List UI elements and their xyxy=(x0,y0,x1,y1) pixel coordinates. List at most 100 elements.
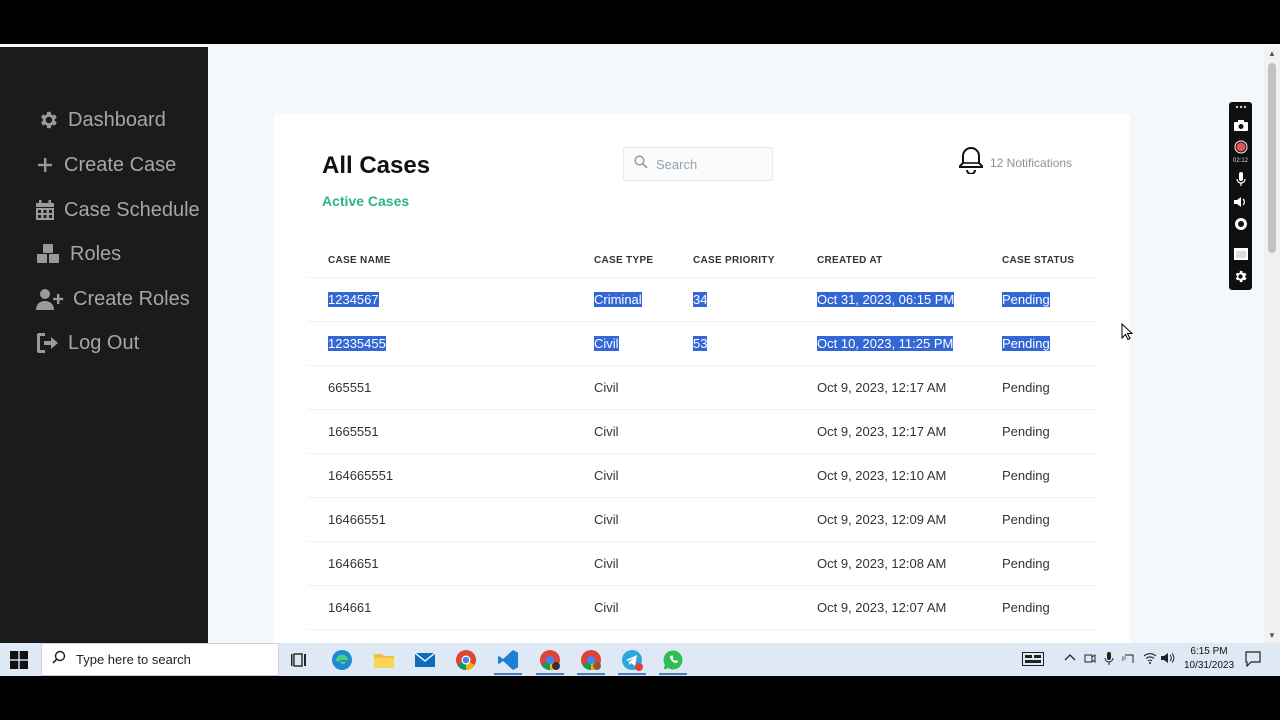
scroll-up-arrow-icon[interactable]: ▲ xyxy=(1268,49,1276,58)
cell-case-priority-text: 53 xyxy=(693,335,708,351)
bell-icon[interactable] xyxy=(958,146,984,179)
cell-created-at-text: Oct 9, 2023, 12:09 AM xyxy=(817,511,947,527)
taskbar-search[interactable]: Type here to search xyxy=(41,643,279,676)
table-row[interactable]: 164661 Civil Oct 9, 2023, 12:07 AM Pending xyxy=(308,585,1096,630)
search-icon xyxy=(52,650,66,669)
sidebar-item-label: Create Case xyxy=(64,153,177,176)
meet-now-icon[interactable] xyxy=(1084,652,1096,667)
cell-case-type: Civil xyxy=(574,585,673,630)
sidebar-item-label: Dashboard xyxy=(68,108,166,131)
sidebar-item-dashboard[interactable]: Dashboard xyxy=(36,105,166,135)
chrome-active-indicator xyxy=(536,673,564,675)
cell-case-priority: 34 xyxy=(673,277,797,322)
system-clock[interactable]: 6:15 PM 10/31/2023 xyxy=(1180,645,1238,673)
telegram-icon[interactable] xyxy=(621,649,643,671)
vscode-icon[interactable] xyxy=(497,649,519,671)
sidebar-item-roles[interactable]: Roles xyxy=(36,239,121,269)
sidebar-item-label: Roles xyxy=(70,242,122,265)
recorder-menu-icon[interactable] xyxy=(1233,102,1248,112)
input-method-icon[interactable]: ᵖ xyxy=(1122,652,1136,669)
clock-time: 6:15 PM xyxy=(1190,646,1228,657)
cell-case-name-text: 12335455 xyxy=(328,335,386,351)
camera-icon[interactable] xyxy=(1233,117,1248,132)
speaker-icon[interactable] xyxy=(1233,194,1248,209)
column-header-created-at[interactable]: CREATED AT xyxy=(797,245,982,278)
sidebar-item-log-out[interactable]: Log Out xyxy=(36,328,139,358)
microphone-icon[interactable] xyxy=(1233,172,1248,187)
cell-case-type-text: Civil xyxy=(594,379,619,395)
cell-case-priority xyxy=(673,585,797,630)
cell-case-status: Pending xyxy=(982,409,1096,454)
cell-case-type-text: Civil xyxy=(594,511,619,527)
cell-created-at-text: Oct 9, 2023, 12:07 AM xyxy=(817,599,947,615)
keyboard-layout-icon[interactable] xyxy=(1022,652,1044,669)
record-icon[interactable] xyxy=(1233,139,1248,154)
column-header-case-priority[interactable]: CASE PRIORITY xyxy=(673,245,797,278)
task-view-icon[interactable] xyxy=(289,649,311,671)
table-row[interactable]: 164665551 Civil Oct 9, 2023, 12:10 AM Pendi… xyxy=(308,453,1096,498)
notification-center-icon[interactable] xyxy=(1245,651,1261,670)
file-explorer-icon[interactable] xyxy=(373,649,395,671)
cell-created-at: Oct 10, 2023, 11:25 PM xyxy=(797,321,982,366)
cell-case-status-text: Pending xyxy=(1002,379,1050,395)
settings-gear-icon[interactable] xyxy=(1233,269,1248,284)
page-scrollbar[interactable]: ▲ ▼ xyxy=(1264,47,1280,643)
webcam-icon[interactable] xyxy=(1233,216,1248,231)
cell-case-status: Pending xyxy=(982,497,1096,542)
volume-icon[interactable] xyxy=(1161,652,1175,667)
chrome-icon[interactable] xyxy=(455,649,477,671)
cell-case-status: Pending xyxy=(982,541,1096,586)
table-row[interactable]: 12335455 Civil 53 Oct 10, 2023, 11:25 PM Pen… xyxy=(308,321,1096,366)
cell-case-name: 16466551 xyxy=(308,497,574,542)
edge-browser-icon[interactable] xyxy=(331,649,353,671)
cell-case-priority xyxy=(673,541,797,586)
wifi-icon[interactable] xyxy=(1143,652,1157,667)
table-row[interactable]: 1665551 Civil Oct 9, 2023, 12:17 AM Pending xyxy=(308,409,1096,454)
cell-case-priority xyxy=(673,497,797,542)
mouse-cursor-icon xyxy=(1121,322,1134,346)
table-row[interactable]: 1646651 Civil Oct 9, 2023, 12:08 AM Pending xyxy=(308,541,1096,586)
chrome-profile-icon[interactable] xyxy=(539,649,561,671)
sidebar-item-case-schedule[interactable]: Case Schedule xyxy=(36,195,200,225)
active-cases-label[interactable]: Active Cases xyxy=(322,193,409,209)
cell-case-status-text: Pending xyxy=(1002,423,1050,439)
sidebar-item-create-roles[interactable]: Create Roles xyxy=(36,284,190,314)
whatsapp-active-indicator xyxy=(659,673,687,675)
column-header-case-type[interactable]: CASE TYPE xyxy=(574,245,673,278)
column-header-case-name[interactable]: CASE NAME xyxy=(308,245,574,278)
cell-case-name-text: 1646651 xyxy=(328,555,379,571)
boxes-icon xyxy=(36,242,60,266)
cell-case-status: Pending xyxy=(982,277,1096,322)
chrome-profile-2-icon[interactable] xyxy=(580,649,602,671)
calendar-icon xyxy=(36,198,54,222)
page-title: All Cases xyxy=(322,152,431,179)
table-row[interactable]: 1234567 Criminal 34 Oct 31, 2023, 06:15 PM P… xyxy=(308,277,1096,322)
column-header-case-status[interactable]: CASE STATUS xyxy=(982,245,1096,278)
search-input[interactable] xyxy=(656,156,756,172)
recorder-toolbar: 02:12 xyxy=(1229,102,1252,290)
cell-case-type-text: Civil xyxy=(594,335,619,351)
cell-created-at: Oct 31, 2023, 06:15 PM xyxy=(797,277,982,322)
scroll-down-arrow-icon[interactable]: ▼ xyxy=(1268,631,1276,640)
cell-created-at: Oct 9, 2023, 12:07 AM xyxy=(797,585,982,630)
cell-case-type: Civil xyxy=(574,321,673,366)
cell-case-status: Pending xyxy=(982,585,1096,630)
scrollbar-thumb[interactable] xyxy=(1268,63,1276,253)
table-row[interactable]: 16466551 Civil Oct 9, 2023, 12:09 AM Pendin… xyxy=(308,497,1096,542)
cell-case-type: Civil xyxy=(574,541,673,586)
notifications[interactable]: 12 Notifications xyxy=(958,146,1072,179)
letterbox-bottom xyxy=(0,676,1280,720)
sidebar-item-create-case[interactable]: Create Case xyxy=(36,150,176,180)
sidebar-item-label: Log Out xyxy=(68,331,140,354)
cell-created-at-text: Oct 31, 2023, 06:15 PM xyxy=(817,291,955,307)
mic-tray-icon[interactable] xyxy=(1104,652,1114,669)
cell-case-status: Pending xyxy=(982,453,1096,498)
windows-start-icon[interactable] xyxy=(10,651,28,669)
search-box[interactable] xyxy=(623,147,773,181)
whatsapp-icon[interactable] xyxy=(662,649,684,671)
table-row[interactable]: 665551 Civil Oct 9, 2023, 12:17 AM Pending xyxy=(308,365,1096,410)
window-select-icon[interactable] xyxy=(1233,246,1248,261)
mail-icon[interactable] xyxy=(414,649,436,671)
show-hidden-icons-chevron-icon[interactable] xyxy=(1064,652,1076,667)
chrome-2-active-indicator xyxy=(577,673,605,675)
